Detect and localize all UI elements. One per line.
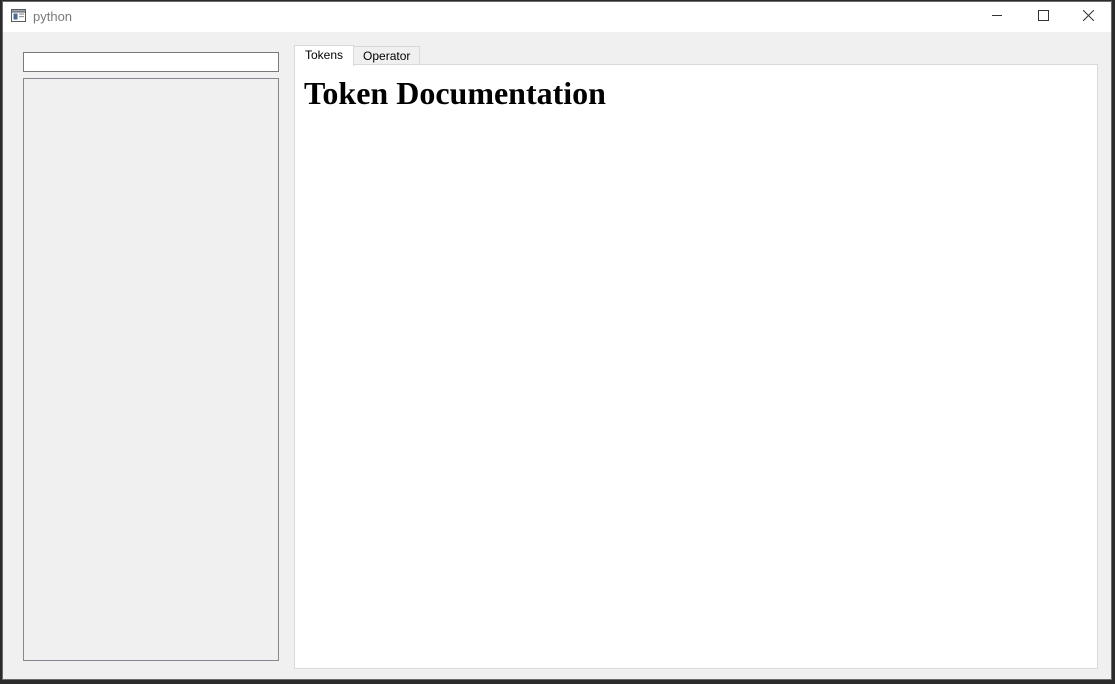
app-window-icon <box>11 9 26 22</box>
minimize-button[interactable] <box>974 2 1020 32</box>
documentation-view[interactable]: Token Documentation <box>294 64 1098 669</box>
tab-operator[interactable]: Operator <box>353 46 421 65</box>
tab-tokens[interactable]: Tokens <box>294 45 355 66</box>
close-icon <box>1082 8 1094 26</box>
app-window: python Tokens Operator Token Documentati… <box>2 1 1112 680</box>
client-area: Tokens Operator Token Documentation <box>3 32 1111 679</box>
page-title: Token Documentation <box>304 75 606 111</box>
window-title: python <box>33 9 73 24</box>
title-bar[interactable]: python <box>3 2 1111 32</box>
search-input[interactable] <box>23 52 279 72</box>
tab-bar: Tokens Operator <box>294 43 421 66</box>
minimize-icon <box>991 8 1003 26</box>
item-list[interactable] <box>23 78 279 661</box>
close-button[interactable] <box>1065 2 1111 32</box>
maximize-button[interactable] <box>1020 2 1066 32</box>
maximize-icon <box>1037 8 1049 26</box>
